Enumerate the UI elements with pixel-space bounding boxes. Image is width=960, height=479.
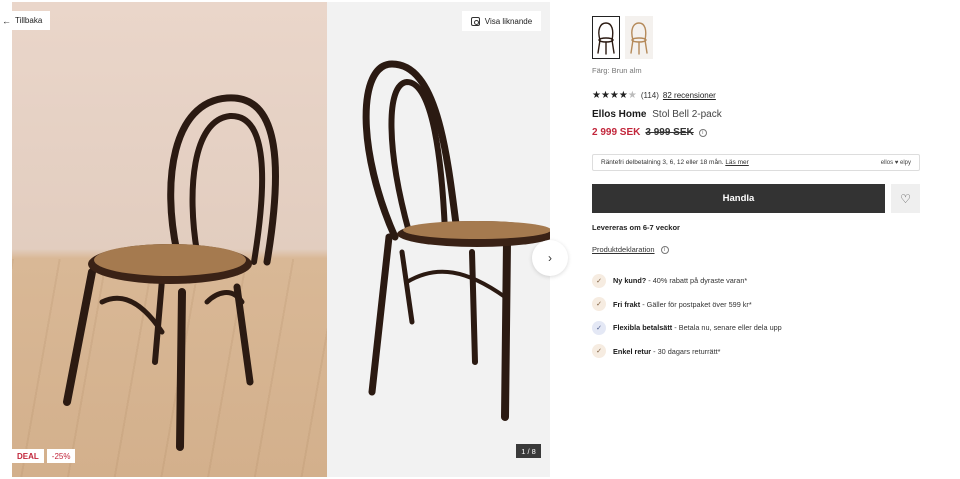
product-photo-lifestyle: [12, 2, 327, 477]
product-declaration-link[interactable]: Produktdeklaration: [592, 245, 655, 254]
discount-label: -25%: [46, 449, 76, 463]
info-icon[interactable]: i: [660, 245, 669, 254]
original-price: 3 999 SEK: [645, 127, 694, 138]
image-counter: 1 / 8: [516, 444, 541, 458]
back-label: Tillbaka: [15, 16, 43, 25]
ellos-elpy-logo: ellos ♥ elpy: [880, 159, 911, 166]
check-icon: ✓: [592, 320, 606, 335]
info-icon[interactable]: i: [698, 128, 707, 137]
usp-text: - 40% rabatt på dyraste varan*: [646, 276, 748, 286]
read-more-link[interactable]: Läs mer: [725, 159, 748, 166]
next-image-button[interactable]: ›: [532, 240, 568, 276]
show-similar-label: Visa liknande: [484, 16, 533, 26]
back-button[interactable]: ← Tillbaka: [0, 11, 51, 30]
usp-text: - 30 dagars returrätt*: [651, 346, 721, 356]
usp-item: ✓ Enkel retur - 30 dagars returrätt*: [592, 340, 922, 364]
check-icon: ✓: [592, 297, 606, 312]
usp-item: ✓ Fri frakt - Gäller för postpaket över …: [592, 293, 922, 317]
usp-title: Ny kund?: [613, 276, 647, 286]
delivery-info: Levereras om 6-7 veckor: [592, 223, 680, 232]
deal-label: DEAL: [12, 449, 44, 463]
reviews-link[interactable]: 82 recensioner: [663, 91, 716, 100]
current-price: 2 999 SEK: [592, 127, 641, 138]
usp-text: - Betala nu, senare eller dela upp: [672, 323, 782, 333]
product-name: Stol Bell 2-pack: [652, 109, 722, 120]
installments-text: Räntefri delbetalning 3, 6, 12 eller 18 …: [601, 159, 724, 166]
product-info-panel: Färg: Brun alm ★★★★★ (114) 82 recensione…: [592, 0, 922, 479]
usp-text: - Gäller för postpaket över 599 kr*: [640, 299, 752, 309]
product-title: Ellos Home Stol Bell 2-pack: [592, 109, 722, 120]
check-icon: ✓: [592, 344, 606, 359]
deal-badge: DEAL -25%: [12, 449, 76, 463]
rating-row: ★★★★★ (114) 82 recensioner: [592, 90, 716, 101]
chevron-right-icon: ›: [548, 251, 552, 265]
visual-search-icon: [470, 16, 480, 26]
color-swatch-brown[interactable]: [592, 16, 620, 59]
installments-banner: Räntefri delbetalning 3, 6, 12 eller 18 …: [592, 154, 920, 171]
brand-name[interactable]: Ellos Home: [592, 109, 646, 120]
star-rating-icon: ★★★★★: [592, 90, 637, 101]
heart-icon: ♡: [900, 191, 911, 206]
price-row: 2 999 SEK 3 999 SEK i: [592, 127, 707, 138]
product-image-gallery[interactable]: [12, 2, 550, 477]
show-similar-button[interactable]: Visa liknande: [462, 11, 541, 31]
favorite-button[interactable]: ♡: [891, 184, 920, 213]
usp-list: ✓ Ny kund? - 40% rabatt på dyraste varan…: [592, 269, 922, 363]
color-swatch-natural[interactable]: [625, 16, 653, 59]
usp-title: Flexibla betalsätt: [613, 323, 673, 333]
check-icon: ✓: [592, 273, 606, 288]
buy-button[interactable]: Handla: [592, 184, 885, 213]
usp-item: ✓ Ny kund? - 40% rabatt på dyraste varan…: [592, 269, 922, 293]
arrow-left-icon: ←: [2, 15, 11, 26]
usp-item: ✓ Flexibla betalsätt - Betala nu, senare…: [592, 316, 922, 340]
product-declaration: Produktdeklaration i: [592, 245, 669, 254]
rating-count: (114): [640, 91, 659, 100]
product-photo-studio: [327, 2, 550, 477]
usp-title: Enkel retur: [613, 346, 652, 356]
usp-title: Fri frakt: [613, 299, 641, 309]
color-label: Färg: Brun alm: [592, 66, 642, 75]
